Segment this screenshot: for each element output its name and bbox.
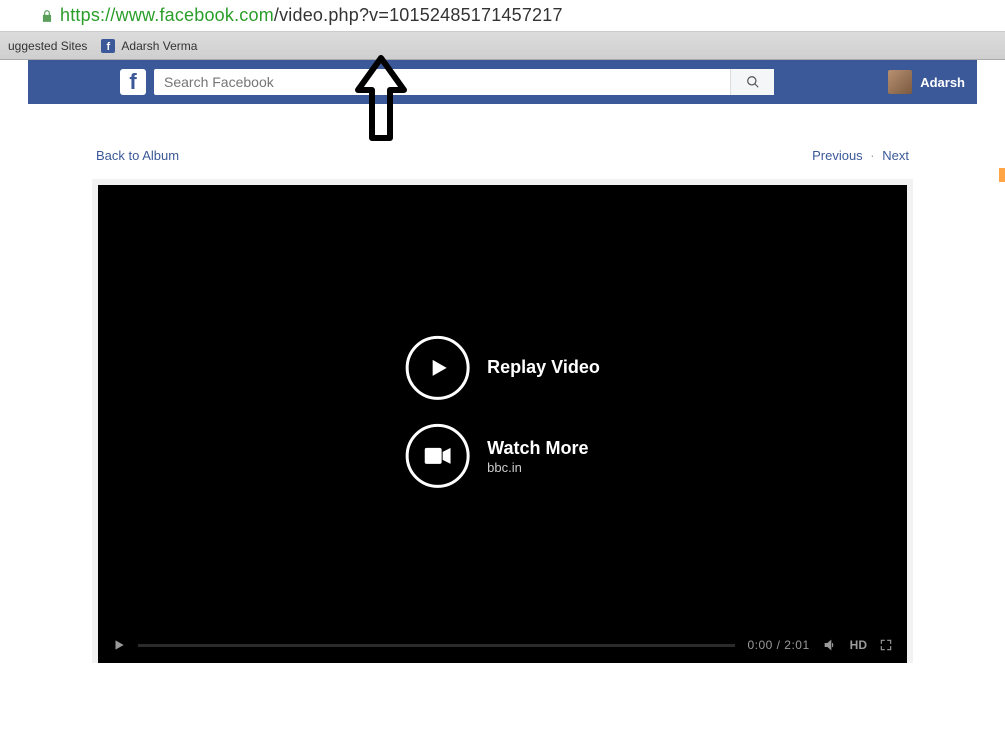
video-player: Replay Video Watch More bbc.in [98,185,907,663]
volume-button[interactable] [822,637,838,653]
hd-button[interactable]: HD [850,638,867,652]
lock-icon [40,9,54,23]
progress-bar[interactable] [138,644,735,647]
address-bar[interactable]: https://www.facebook.com/video.php?v=101… [0,0,1005,32]
separator: · [870,148,874,163]
facebook-favicon-icon: f [101,39,115,53]
avatar [888,70,912,94]
player-center-controls: Replay Video Watch More bbc.in [405,336,600,488]
back-link[interactable]: Back to Album [96,148,179,163]
album-nav: Back to Album Previous · Next [92,148,913,163]
play-circle-icon [405,336,469,400]
watch-more-sub: bbc.in [487,460,588,475]
facebook-top-nav: f Adarsh [28,60,977,104]
decorative-strip [999,168,1005,182]
content-area: Back to Album Previous · Next Replay Vid… [92,148,913,663]
search-box [154,69,774,95]
time-display: 0:00 / 2:01 [747,638,809,652]
profile-link[interactable]: Adarsh [888,70,965,94]
replay-label: Replay Video [487,356,600,379]
previous-link[interactable]: Previous [812,148,863,163]
volume-icon [822,637,838,653]
fullscreen-button[interactable] [879,638,893,652]
profile-name: Adarsh [920,75,965,90]
bookmark-suggested[interactable]: uggested Sites [8,39,87,53]
url-text: https://www.facebook.com/video.php?v=101… [60,5,563,26]
play-icon [112,638,126,652]
replay-button[interactable]: Replay Video [405,336,600,400]
next-link[interactable]: Next [882,148,909,163]
arrow-annotation-icon [352,50,410,155]
facebook-logo-icon[interactable]: f [120,69,146,95]
bookmarks-bar: uggested Sites f Adarsh Verma [0,32,1005,60]
player-wrapper: Replay Video Watch More bbc.in [92,179,913,663]
camera-circle-icon [405,424,469,488]
fullscreen-icon [879,638,893,652]
bookmark-adarsh[interactable]: f Adarsh Verma [101,39,197,53]
search-icon [746,75,760,89]
search-input[interactable] [154,74,730,90]
player-controls: 0:00 / 2:01 HD [98,627,907,663]
bookmark-label: uggested Sites [8,39,87,53]
bookmark-label: Adarsh Verma [121,39,197,53]
watch-more-label: Watch More [487,437,588,460]
watch-more-button[interactable]: Watch More bbc.in [405,424,600,488]
play-button[interactable] [112,638,126,652]
search-button[interactable] [730,69,774,95]
